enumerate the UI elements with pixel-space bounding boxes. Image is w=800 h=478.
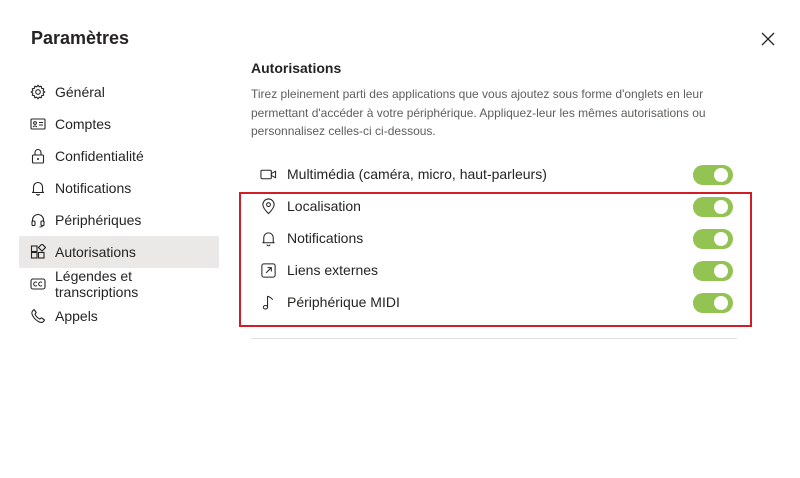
toggle-knob	[714, 168, 728, 182]
bell-icon	[30, 180, 46, 196]
permission-row-media: Multimédia (caméra, micro, haut-parleurs…	[251, 158, 737, 190]
permissions-list: Multimédia (caméra, micro, haut-parleurs…	[251, 158, 737, 318]
toggle-knob	[714, 296, 728, 310]
sidebar-item-general[interactable]: Général	[19, 76, 219, 108]
music-note-icon	[259, 293, 277, 311]
sidebar-item-label: Périphériques	[55, 212, 142, 228]
external-link-icon	[259, 261, 277, 279]
dialog-title: Paramètres	[31, 28, 130, 48]
video-camera-icon	[259, 165, 277, 183]
sidebar-item-notifications[interactable]: Notifications	[19, 172, 219, 204]
phone-icon	[30, 308, 46, 324]
sidebar-item-permissions[interactable]: Autorisations	[19, 236, 219, 268]
location-pin-icon	[259, 197, 277, 215]
sidebar-item-captions[interactable]: Légendes et transcriptions	[19, 268, 219, 300]
sidebar-item-privacy[interactable]: Confidentialité	[19, 140, 219, 172]
permission-label: Notifications	[287, 230, 364, 246]
toggle-knob	[714, 200, 728, 214]
id-card-icon	[30, 116, 46, 132]
sidebar-item-label: Comptes	[55, 116, 112, 132]
external-links-permission-toggle[interactable]	[693, 261, 733, 281]
sidebar-item-calls[interactable]: Appels	[19, 300, 219, 332]
midi-permission-toggle[interactable]	[693, 293, 733, 313]
permission-row-external-links: Liens externes	[251, 254, 737, 286]
permission-label: Liens externes	[287, 262, 379, 278]
close-icon	[761, 32, 775, 46]
permission-label: Périphérique MIDI	[287, 294, 400, 310]
apps-icon	[30, 244, 46, 260]
section-description: Tirez pleinement parti des applications …	[251, 87, 706, 138]
sidebar-item-label: Confidentialité	[55, 148, 144, 164]
section-title: Autorisations	[251, 60, 342, 76]
gear-icon	[30, 84, 46, 100]
location-permission-toggle[interactable]	[693, 197, 733, 217]
settings-sidebar: Général Comptes Confidentialité Notifica…	[19, 76, 219, 332]
sidebar-item-label: Général	[55, 84, 105, 100]
toggle-knob	[714, 264, 728, 278]
permission-label: Multimédia (caméra, micro, haut-parleurs…	[287, 166, 547, 182]
permission-label: Localisation	[287, 198, 361, 214]
bell-icon	[259, 229, 277, 247]
sidebar-item-label: Appels	[55, 308, 98, 324]
sidebar-item-accounts[interactable]: Comptes	[19, 108, 219, 140]
toggle-knob	[714, 232, 728, 246]
sidebar-item-devices[interactable]: Périphériques	[19, 204, 219, 236]
close-button[interactable]	[756, 27, 780, 51]
section-divider	[251, 338, 737, 339]
permissions-panel: Autorisations Tirez pleinement parti des…	[251, 60, 741, 141]
closed-caption-icon	[30, 276, 46, 292]
permission-row-notifications: Notifications	[251, 222, 737, 254]
permission-row-midi: Périphérique MIDI	[251, 286, 737, 318]
sidebar-item-label: Légendes et transcriptions	[55, 268, 139, 300]
media-permission-toggle[interactable]	[693, 165, 733, 185]
notifications-permission-toggle[interactable]	[693, 229, 733, 249]
lock-icon	[30, 148, 46, 164]
sidebar-item-label: Autorisations	[55, 244, 136, 260]
sidebar-item-label: Notifications	[55, 180, 132, 196]
permission-row-location: Localisation	[251, 190, 737, 222]
headset-icon	[30, 212, 46, 228]
